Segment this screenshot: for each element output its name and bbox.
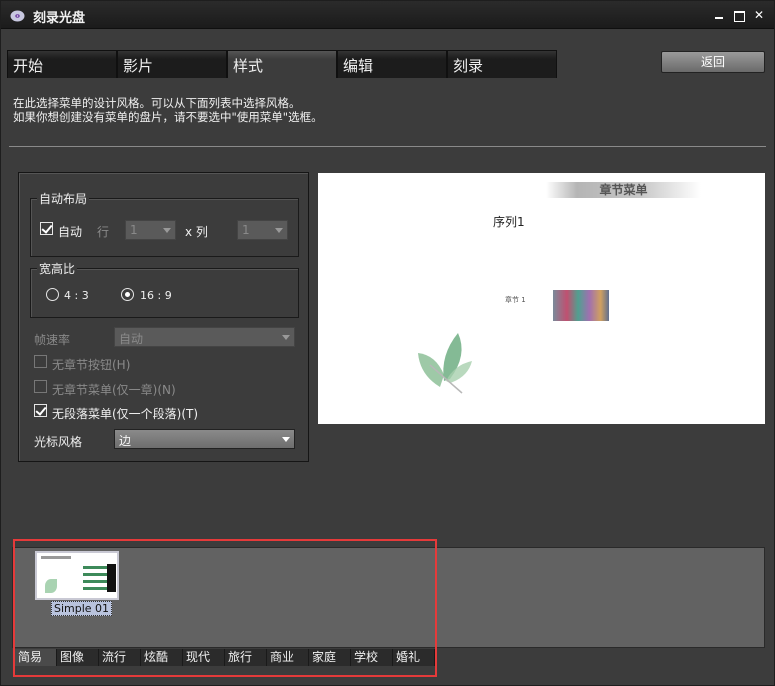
tab-burn[interactable]: 刻录 <box>447 50 557 78</box>
auto-checkbox[interactable] <box>40 222 53 235</box>
no-chapter-menu-label: 无章节菜单(仅一章)(N) <box>52 383 176 397</box>
cursor-style-select[interactable]: 边 <box>114 429 295 449</box>
chevron-down-icon <box>282 335 290 340</box>
row-label: 行 <box>97 225 110 239</box>
aspect-16-9-radio[interactable] <box>121 288 134 301</box>
menu-options-panel: 自动布局 自动 行 1 x 列 1 宽高比 4 : 3 16 : 9 帧速率 自… <box>18 172 309 462</box>
aspect-ratio-group: 宽高比 4 : 3 16 : 9 <box>30 260 299 318</box>
no-paragraph-menu-checkbox[interactable] <box>34 404 47 417</box>
style-thumbnail-simple-01[interactable] <box>35 551 119 600</box>
preview-chapter-label: 章节 1 <box>505 296 526 304</box>
tab-style[interactable]: 样式 <box>227 50 337 78</box>
category-travel[interactable]: 旅行 <box>225 649 267 666</box>
thumb-film-strip <box>107 564 116 592</box>
tab-bar: 开始 影片 样式 编辑 刻录 <box>7 50 557 78</box>
category-wedding[interactable]: 婚礼 <box>393 649 435 666</box>
window-title: 刻录光盘 <box>33 11 86 26</box>
style-category-tabs: 简易 图像 流行 炫酷 现代 旅行 商业 家庭 学校 婚礼 <box>15 649 435 667</box>
description: 在此选择菜单的设计风格。可以从下面列表中选择风格。 如果你想创建没有菜单的盘片，… <box>13 96 323 124</box>
thumb-row <box>83 587 109 590</box>
aspect-ratio-label: 宽高比 <box>37 260 78 277</box>
category-simple[interactable]: 简易 <box>15 649 57 666</box>
no-chapter-button-label: 无章节按钮(H) <box>52 358 131 372</box>
tab-start[interactable]: 开始 <box>7 50 117 78</box>
thumb-leaf-icon <box>45 579 57 593</box>
category-popular[interactable]: 流行 <box>99 649 141 666</box>
col-select[interactable]: 1 <box>237 220 288 240</box>
cursor-style-label: 光标风格 <box>34 435 83 449</box>
thumb-row <box>83 580 109 583</box>
auto-layout-group: 自动布局 自动 行 1 x 列 1 <box>30 190 299 257</box>
title-bar: 刻录光盘 ✕ <box>1 1 774 29</box>
style-gallery: Simple 01 <box>12 547 765 648</box>
auto-layout-label: 自动布局 <box>37 190 90 207</box>
no-chapter-menu-checkbox[interactable] <box>34 380 47 393</box>
frame-rate-label: 帧速率 <box>34 333 71 347</box>
burn-disc-window: 刻录光盘 ✕ 开始 影片 样式 编辑 刻录 返回 在此选择菜单的设计风格。可以从… <box>0 0 775 686</box>
aspect-16-9-label: 16 : 9 <box>140 289 172 302</box>
category-school[interactable]: 学校 <box>351 649 393 666</box>
divider <box>9 146 766 147</box>
chevron-down-icon <box>163 228 171 233</box>
no-paragraph-menu-label: 无段落菜单(仅一个段落)(T) <box>52 407 199 421</box>
category-family[interactable]: 家庭 <box>309 649 351 666</box>
tab-movie[interactable]: 影片 <box>117 50 227 78</box>
tab-edit[interactable]: 编辑 <box>337 50 447 78</box>
auto-label: 自动 <box>58 225 83 239</box>
category-business[interactable]: 商业 <box>267 649 309 666</box>
row-select[interactable]: 1 <box>125 220 176 240</box>
chevron-down-icon <box>282 437 290 442</box>
description-line-1: 在此选择菜单的设计风格。可以从下面列表中选择风格。 <box>13 96 301 110</box>
thumb-row <box>83 573 109 576</box>
minimize-button[interactable] <box>712 8 726 22</box>
back-button[interactable]: 返回 <box>661 51 765 73</box>
thumb-title-bar <box>41 556 71 559</box>
disc-icon <box>10 10 25 22</box>
preview-title: 章节菜单 <box>546 182 701 198</box>
menu-preview: 章节菜单 序列1 章节 1 <box>318 173 765 424</box>
preview-sequence: 序列1 <box>493 215 525 229</box>
category-modern[interactable]: 现代 <box>183 649 225 666</box>
aspect-4-3-label: 4 : 3 <box>64 289 89 302</box>
frame-rate-select[interactable]: 自动 <box>114 327 295 347</box>
close-button[interactable]: ✕ <box>752 8 766 22</box>
style-name-simple-01[interactable]: Simple 01 <box>51 601 113 616</box>
col-label: x 列 <box>185 225 208 239</box>
category-image[interactable]: 图像 <box>57 649 99 666</box>
preview-chapter-thumbnail <box>553 290 609 321</box>
description-line-2: 如果你想创建没有菜单的盘片，请不要选中"使用菜单"选框。 <box>13 110 323 124</box>
chevron-down-icon <box>275 228 283 233</box>
aspect-4-3-radio[interactable] <box>46 288 59 301</box>
thumb-row <box>83 566 109 569</box>
maximize-button[interactable] <box>732 8 746 22</box>
category-cool[interactable]: 炫酷 <box>141 649 183 666</box>
leaf-decoration-icon <box>418 333 472 394</box>
no-chapter-button-checkbox[interactable] <box>34 355 47 368</box>
